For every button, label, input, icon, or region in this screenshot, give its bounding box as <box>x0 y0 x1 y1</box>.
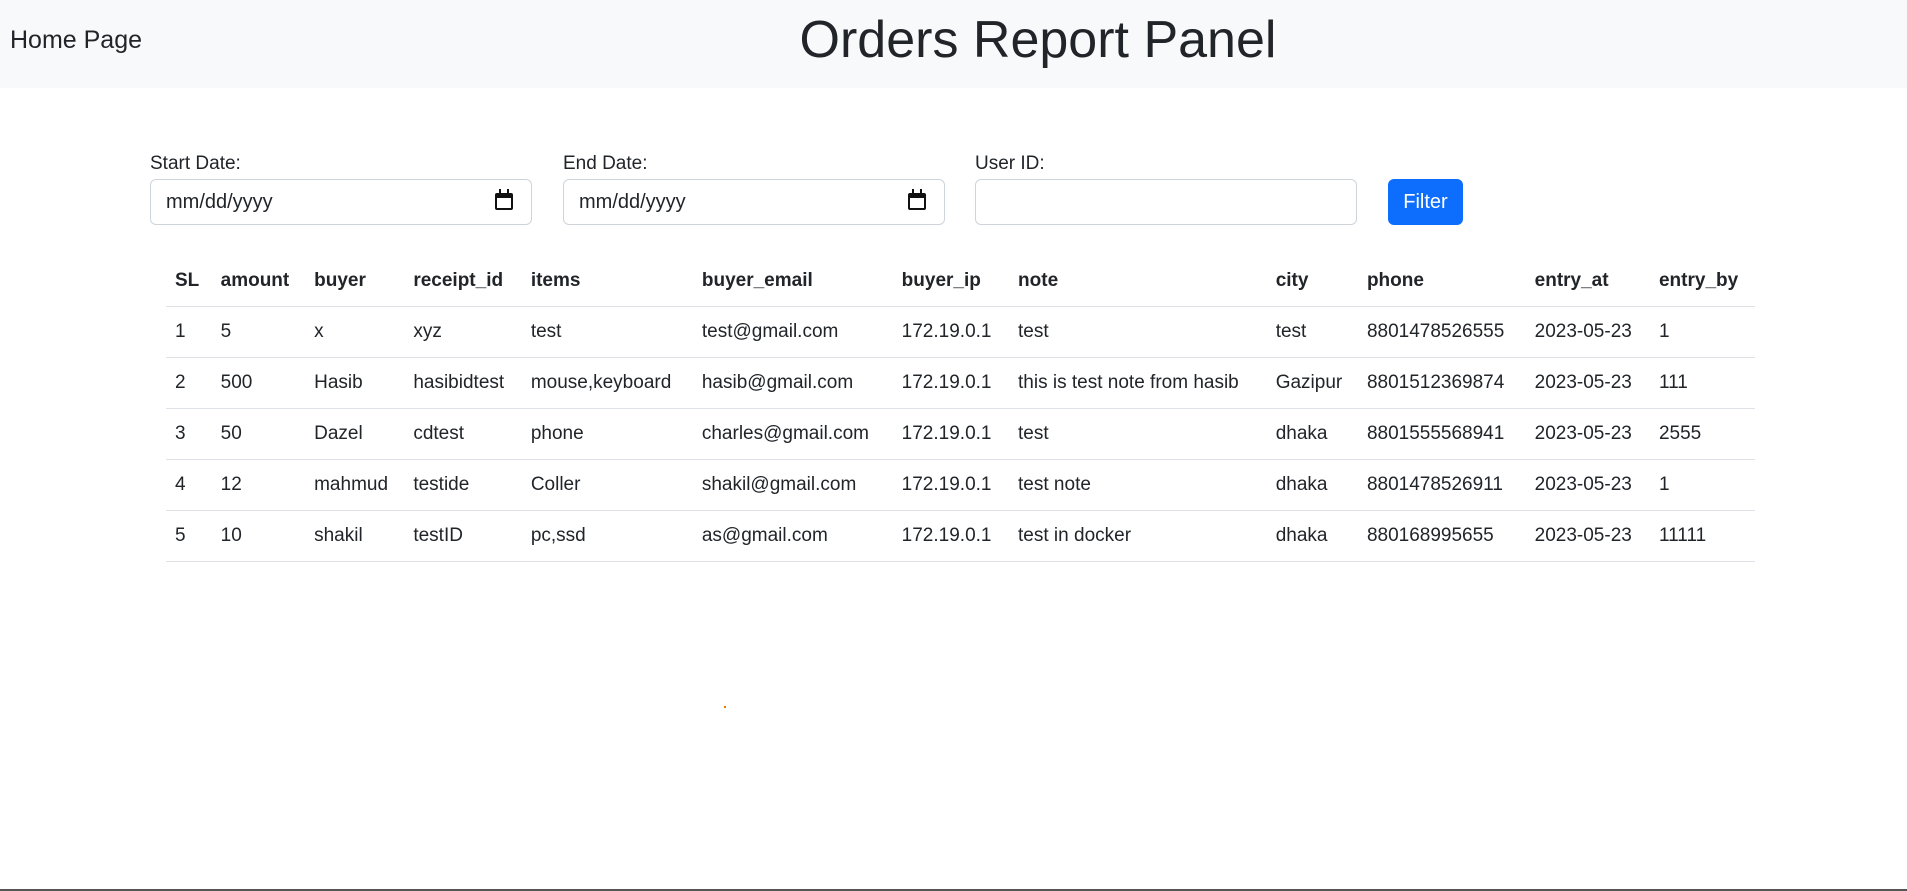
table-header-row: SL amount buyer receipt_id items buyer_email b… <box>166 256 1755 307</box>
column-header-city: city <box>1266 256 1358 307</box>
navbar: Home Page Orders Report Panel <box>0 0 1907 88</box>
cell-buyer-ip: 172.19.0.1 <box>892 306 1010 358</box>
end-date-label: End Date: <box>563 153 648 174</box>
column-header-entry-by: entry_by <box>1649 256 1755 307</box>
cell-note: test note <box>1009 459 1267 511</box>
cell-entry-at: 2023-05-23 <box>1525 510 1650 562</box>
cell-note: this is test note from hasib <box>1009 357 1267 409</box>
cell-receipt-id: cdtest <box>404 408 522 460</box>
page-title: Orders Report Panel <box>799 11 1277 69</box>
cell-buyer-ip: 172.19.0.1 <box>892 357 1010 409</box>
cell-items: phone <box>521 408 693 460</box>
cell-buyer: shakil <box>305 510 405 562</box>
cell-buyer: x <box>305 306 405 358</box>
cell-amount: 10 <box>211 510 306 562</box>
stray-dot <box>724 706 726 708</box>
cell-amount: 50 <box>211 408 306 460</box>
cell-city: dhaka <box>1266 510 1358 562</box>
column-header-buyer-ip: buyer_ip <box>892 256 1010 307</box>
cell-buyer: mahmud <box>305 459 405 511</box>
cell-phone: 8801478526911 <box>1357 459 1526 511</box>
cell-buyer: Hasib <box>305 357 405 409</box>
cell-entry-at: 2023-05-23 <box>1525 459 1650 511</box>
cell-entry-by: 2555 <box>1649 408 1755 460</box>
start-date-input[interactable]: mm/dd/yyyy <box>150 179 532 225</box>
start-date-label: Start Date: <box>150 153 241 174</box>
cell-entry-by: 1 <box>1649 459 1755 511</box>
table-row: 1 5 x xyz test test@gmail.com 172.19.0.1 test te… <box>166 306 1755 358</box>
calendar-icon[interactable] <box>908 189 926 210</box>
cell-amount: 5 <box>211 306 306 358</box>
cell-buyer-email: shakil@gmail.com <box>692 459 893 511</box>
start-date-group: Start Date: mm/dd/yyyy <box>150 152 532 225</box>
end-date-group: End Date: mm/dd/yyyy <box>563 152 945 225</box>
orders-table: SL amount buyer receipt_id items buyer_email b… <box>166 256 1755 562</box>
table-row: 3 50 Dazel cdtest phone charles@gmail.com 172.… <box>166 408 1755 460</box>
user-id-input[interactable] <box>975 179 1357 225</box>
cell-buyer: Dazel <box>305 408 405 460</box>
cell-amount: 500 <box>211 357 306 409</box>
column-header-phone: phone <box>1357 256 1526 307</box>
cell-note: test <box>1009 408 1267 460</box>
cell-entry-at: 2023-05-23 <box>1525 408 1650 460</box>
cell-items: mouse,keyboard <box>521 357 693 409</box>
cell-sl: 5 <box>166 510 212 562</box>
cell-amount: 12 <box>211 459 306 511</box>
table-row: 5 10 shakil testID pc,ssd as@gmail.com 172.19.… <box>166 510 1755 562</box>
cell-buyer-ip: 172.19.0.1 <box>892 459 1010 511</box>
column-header-amount: amount <box>211 256 306 307</box>
column-header-buyer: buyer <box>305 256 405 307</box>
end-date-input[interactable]: mm/dd/yyyy <box>563 179 945 225</box>
cell-entry-by: 1 <box>1649 306 1755 358</box>
start-date-placeholder: mm/dd/yyyy <box>166 191 273 213</box>
cell-phone: 880168995655 <box>1357 510 1526 562</box>
cell-buyer-email: charles@gmail.com <box>692 408 893 460</box>
cell-entry-by: 111 <box>1649 357 1755 409</box>
cell-sl: 1 <box>166 306 212 358</box>
cell-sl: 2 <box>166 357 212 409</box>
end-date-placeholder: mm/dd/yyyy <box>579 191 686 213</box>
cell-items: pc,ssd <box>521 510 693 562</box>
column-header-items: items <box>521 256 693 307</box>
cell-sl: 4 <box>166 459 212 511</box>
column-header-entry-at: entry_at <box>1525 256 1650 307</box>
cell-receipt-id: xyz <box>404 306 522 358</box>
cell-phone: 8801512369874 <box>1357 357 1526 409</box>
cell-receipt-id: testide <box>404 459 522 511</box>
cell-entry-at: 2023-05-23 <box>1525 357 1650 409</box>
cell-receipt-id: testID <box>404 510 522 562</box>
cell-phone: 8801478526555 <box>1357 306 1526 358</box>
cell-phone: 8801555568941 <box>1357 408 1526 460</box>
cell-note: test <box>1009 306 1267 358</box>
calendar-icon[interactable] <box>495 189 513 210</box>
cell-note: test in docker <box>1009 510 1267 562</box>
column-header-receipt-id: receipt_id <box>404 256 522 307</box>
cell-buyer-email: hasib@gmail.com <box>692 357 893 409</box>
filter-button[interactable]: Filter <box>1388 179 1463 225</box>
table-row: 2 500 Hasib hasibidtest mouse,keyboard hasib@… <box>166 357 1755 409</box>
table-body: 1 5 x xyz test test@gmail.com 172.19.0.1 test te… <box>166 306 1755 562</box>
cell-buyer-email: test@gmail.com <box>692 306 893 358</box>
cell-city: dhaka <box>1266 408 1358 460</box>
cell-buyer-ip: 172.19.0.1 <box>892 408 1010 460</box>
cell-city: test <box>1266 306 1358 358</box>
cell-sl: 3 <box>166 408 212 460</box>
cell-buyer-ip: 172.19.0.1 <box>892 510 1010 562</box>
user-id-label: User ID: <box>975 153 1045 174</box>
cell-items: test <box>521 306 693 358</box>
cell-entry-by: 11111 <box>1649 510 1755 562</box>
cell-items: Coller <box>521 459 693 511</box>
cell-entry-at: 2023-05-23 <box>1525 306 1650 358</box>
user-id-group: User ID: <box>975 152 1357 225</box>
cell-city: dhaka <box>1266 459 1358 511</box>
cell-buyer-email: as@gmail.com <box>692 510 893 562</box>
table-row: 4 12 mahmud testide Coller shakil@gmail.com 17… <box>166 459 1755 511</box>
cell-receipt-id: hasibidtest <box>404 357 522 409</box>
column-header-buyer-email: buyer_email <box>692 256 893 307</box>
column-header-sl: SL <box>166 256 212 307</box>
cell-city: Gazipur <box>1266 357 1358 409</box>
column-header-note: note <box>1009 256 1267 307</box>
